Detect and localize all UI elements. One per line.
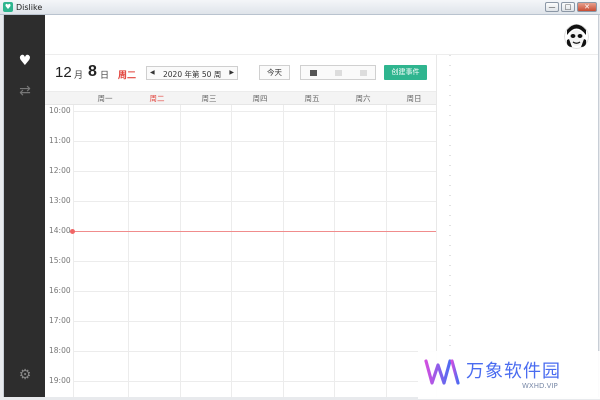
top-bar — [45, 15, 598, 55]
month-number: 12 — [55, 64, 72, 81]
grid-column-line — [73, 105, 74, 397]
current-time-dot — [70, 229, 75, 234]
title-bar: ♥ Dislike — □ ✕ — [0, 0, 600, 15]
app-heart-icon: ♥ — [3, 2, 13, 12]
week-label: 2020 年第 50 周 — [163, 70, 222, 79]
grid-column-line — [231, 105, 232, 397]
calendar-main: 12 月 8 日 周二 ◀ 2020 年第 50 周 ▶ 今天 创建事件 周一 … — [45, 55, 436, 397]
sync-icon[interactable]: ⇄ — [16, 82, 34, 100]
grid-column-line — [180, 105, 181, 397]
heart-icon[interactable]: ♥ — [16, 52, 34, 70]
create-event-button[interactable]: 创建事件 — [384, 65, 427, 80]
watermark-brand: 万象软件园 — [466, 361, 561, 382]
watermark-url: WXHD.VIP — [522, 382, 558, 390]
avatar[interactable] — [564, 24, 589, 49]
time-label: 18:00 — [49, 346, 71, 355]
hour-line — [73, 171, 436, 172]
day-number: 8 — [88, 63, 97, 80]
time-label: 14:00 — [49, 226, 71, 235]
window-title: Dislike — [16, 3, 43, 12]
time-label: 16:00 — [49, 286, 71, 295]
close-button[interactable]: ✕ — [577, 2, 597, 12]
hour-line — [73, 261, 436, 262]
hour-line — [73, 141, 436, 142]
time-label: 19:00 — [49, 376, 71, 385]
sidebar: ♥ ⇄ ⚙ — [4, 15, 45, 397]
time-label: 15:00 — [49, 256, 71, 265]
hour-line — [73, 381, 436, 382]
month-view-icon[interactable] — [360, 70, 367, 76]
grid-column-line — [386, 105, 387, 397]
day-header-tue: 周二 — [149, 94, 165, 103]
day-header-thu: 周四 — [252, 94, 268, 103]
day-suffix: 日 — [100, 70, 110, 80]
day-header-sun: 周日 — [406, 94, 422, 103]
gear-icon[interactable]: ⚙ — [16, 366, 34, 384]
weekday-header: 周一 周二 周三 周四 周五 周六 周日 — [45, 91, 436, 105]
grid-column-line — [334, 105, 335, 397]
time-label: 10:00 — [49, 106, 71, 115]
day-header-sat: 周六 — [355, 94, 371, 103]
grid-column-line — [128, 105, 129, 397]
day-header-wed: 周三 — [201, 94, 217, 103]
day-header-mon: 周一 — [97, 94, 113, 103]
hour-line — [73, 201, 436, 202]
grid-column-line — [283, 105, 284, 397]
month-suffix: 月 — [74, 70, 84, 80]
time-label: 13:00 — [49, 196, 71, 205]
time-label: 17:00 — [49, 316, 71, 325]
minimize-button[interactable]: — — [545, 2, 559, 12]
week-navigator: ◀ 2020 年第 50 周 ▶ — [146, 66, 238, 80]
today-button[interactable]: 今天 — [259, 65, 290, 80]
app-window: ♥ ⇄ ⚙ 12 月 8 日 周二 ◀ 2020 年第 50 周 ▶ 今天 创建… — [3, 15, 599, 397]
hour-line — [73, 351, 436, 352]
current-time-line — [73, 231, 436, 232]
day-view-icon[interactable] — [310, 70, 317, 76]
watermark: 万象软件园 WXHD.VIP — [418, 351, 600, 399]
weekday-label: 周二 — [118, 70, 137, 80]
dotted-divider — [449, 55, 451, 355]
hour-line — [73, 321, 436, 322]
hour-line — [73, 291, 436, 292]
view-switcher — [300, 65, 376, 80]
time-label: 12:00 — [49, 166, 71, 175]
day-header-fri: 周五 — [304, 94, 320, 103]
time-grid[interactable]: 10:00 11:00 12:00 13:00 14:00 15:00 16:0… — [45, 105, 436, 397]
time-label: 11:00 — [49, 136, 71, 145]
hour-line — [73, 111, 436, 112]
next-week-button[interactable]: ▶ — [229, 69, 234, 76]
maximize-button[interactable]: □ — [561, 2, 575, 12]
watermark-logo-icon — [424, 359, 460, 385]
right-panel — [436, 55, 598, 397]
prev-week-button[interactable]: ◀ — [150, 69, 155, 76]
week-view-icon[interactable] — [335, 70, 342, 76]
